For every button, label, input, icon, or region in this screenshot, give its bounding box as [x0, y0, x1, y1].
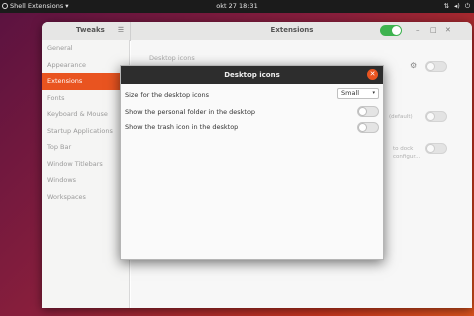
- dialog-title: Desktop icons: [224, 71, 280, 79]
- icon-size-select[interactable]: Small ▾: [337, 88, 379, 99]
- sidebar-item-fonts[interactable]: Fonts: [42, 90, 129, 107]
- close-icon[interactable]: ✕: [445, 26, 451, 34]
- sidebar-item-window-titlebars[interactable]: Window Titlebars: [42, 156, 129, 173]
- icon-size-label: Size for the desktop icons: [125, 91, 210, 99]
- hamburger-menu-icon[interactable]: ☰: [116, 25, 126, 35]
- sidebar: General Appearance Extensions Fonts Keyb…: [42, 40, 130, 308]
- toggle-knob: [426, 112, 435, 121]
- extension-toggle-2[interactable]: [425, 111, 447, 122]
- sidebar-item-top-bar[interactable]: Top Bar: [42, 139, 129, 156]
- personal-folder-toggle[interactable]: [357, 106, 379, 117]
- chevron-down-icon: ▾: [372, 90, 375, 96]
- extension-description-fragment: configur...: [393, 154, 421, 160]
- header-bar: Tweaks ☰ Extensions – □ ✕: [42, 22, 472, 41]
- sidebar-item-appearance[interactable]: Appearance: [42, 57, 129, 74]
- extension-description-fragment: (default): [389, 114, 413, 120]
- extension-row-desktop-icons: Desktop icons: [149, 54, 195, 62]
- minimize-icon[interactable]: –: [416, 26, 420, 34]
- top-bar: Shell Extensions ▾ okt 27 18:31 ⇅ ◂) ⏻: [0, 0, 474, 13]
- volume-icon: ◂): [454, 2, 460, 10]
- page-title: Extensions: [270, 26, 314, 34]
- dialog-header: Desktop icons ✕: [121, 66, 383, 84]
- extensions-master-toggle[interactable]: [380, 25, 402, 36]
- network-icon: ⇅: [443, 2, 450, 10]
- extension-toggle-3[interactable]: [425, 143, 447, 154]
- toggle-knob: [426, 144, 435, 153]
- sidebar-item-keyboard-mouse[interactable]: Keyboard & Mouse: [42, 106, 129, 123]
- extension-description-fragment: to dock: [393, 146, 414, 152]
- desktop-icons-dialog: Desktop icons ✕ Size for the desktop ico…: [120, 65, 384, 260]
- sidebar-item-general[interactable]: General: [42, 40, 129, 57]
- gear-icon[interactable]: ⚙: [410, 61, 417, 70]
- maximize-icon[interactable]: □: [430, 26, 437, 34]
- extension-toggle-desktop-icons[interactable]: [425, 61, 447, 72]
- personal-folder-label: Show the personal folder in the desktop: [125, 108, 256, 116]
- toggle-knob: [358, 123, 367, 132]
- extension-title: Desktop icons: [149, 54, 195, 62]
- sidebar-title: Tweaks: [76, 26, 105, 34]
- toggle-knob: [392, 26, 401, 35]
- sidebar-item-workspaces[interactable]: Workspaces: [42, 189, 129, 206]
- icon-size-value: Small: [341, 89, 360, 97]
- toggle-knob: [358, 107, 367, 116]
- sidebar-item-startup-applications[interactable]: Startup Applications: [42, 123, 129, 140]
- toggle-knob: [426, 62, 435, 71]
- trash-icon-toggle[interactable]: [357, 122, 379, 133]
- sidebar-item-extensions[interactable]: Extensions: [42, 73, 129, 90]
- sidebar-item-windows[interactable]: Windows: [42, 172, 129, 189]
- trash-icon-label: Show the trash icon in the desktop: [125, 123, 239, 131]
- close-icon[interactable]: ✕: [367, 69, 378, 80]
- system-menu[interactable]: ⇅ ◂) ⏻: [444, 2, 470, 11]
- clock[interactable]: okt 27 18:31: [0, 2, 474, 10]
- power-icon: ⏻: [464, 2, 470, 10]
- header-separator: [130, 22, 131, 40]
